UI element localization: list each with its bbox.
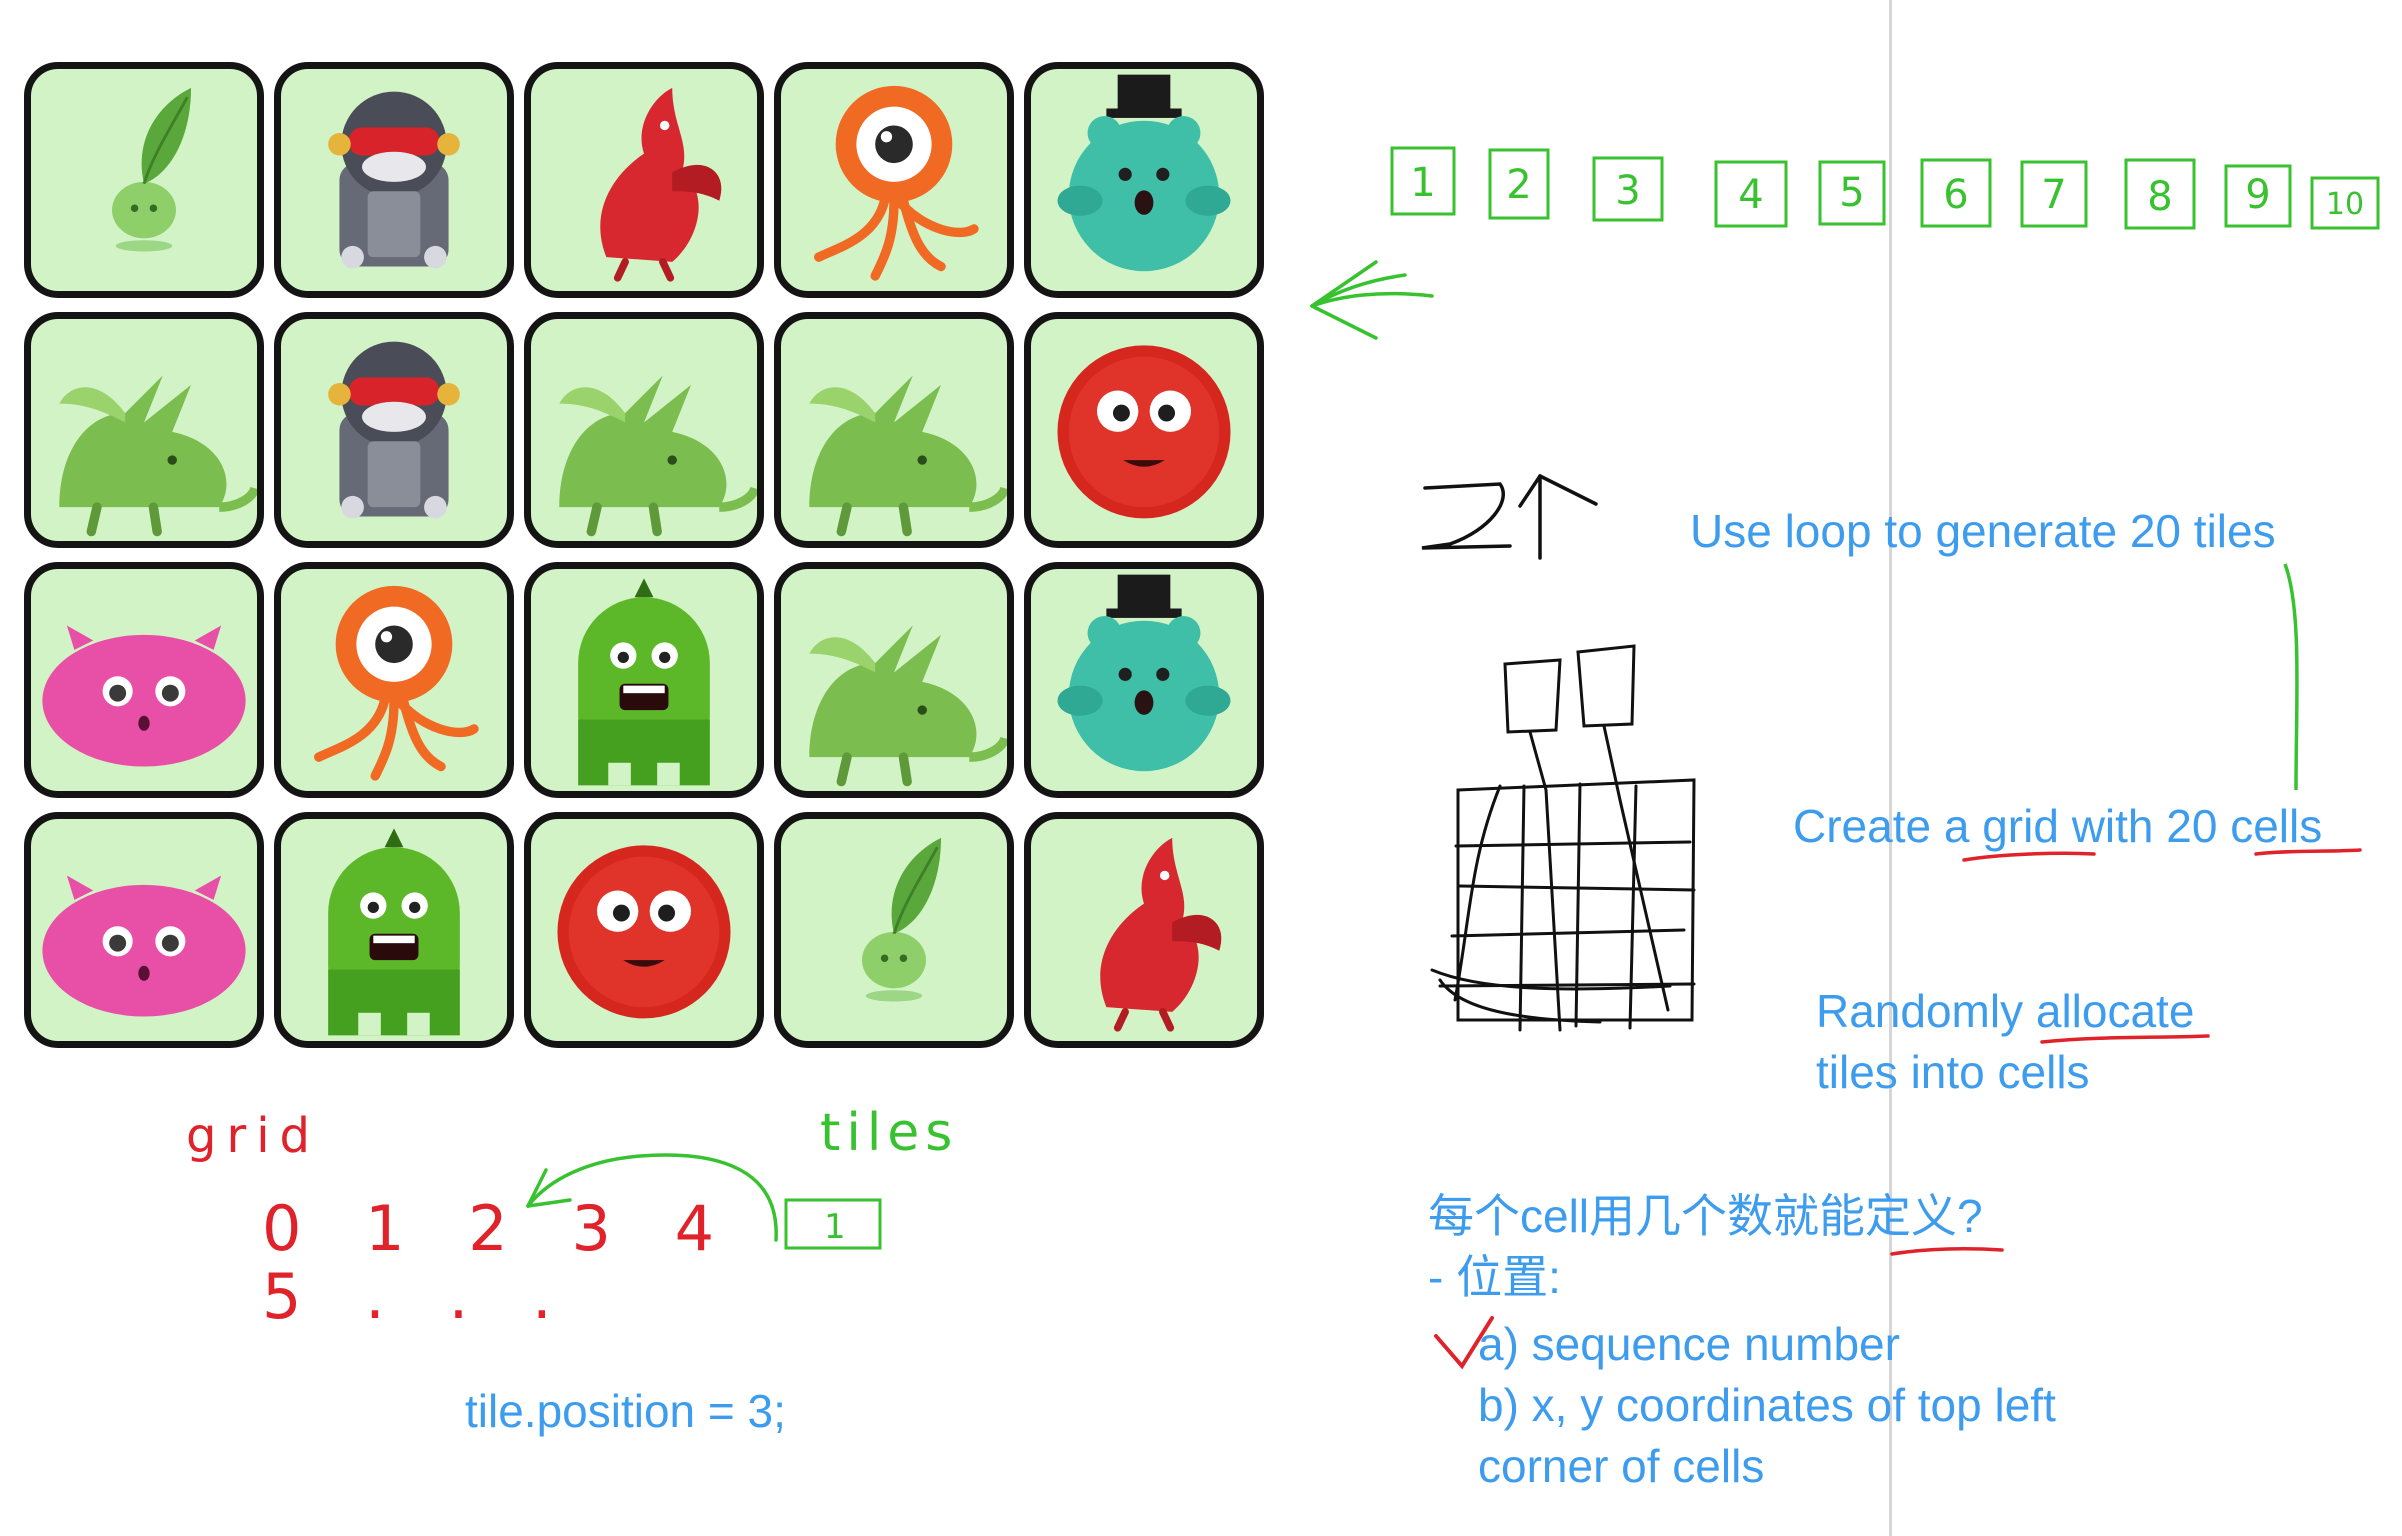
number-label-8: 8 (2147, 174, 2172, 220)
handwritten-annotations: 1 2 3 4 5 6 7 8 9 10 grid 0 1 2 3 4 5 . … (186, 146, 2380, 1370)
sketch-cards-and-grid (1430, 644, 1696, 1032)
arrow-to-grid (1310, 260, 1434, 340)
number-label-7: 7 (2041, 172, 2066, 218)
number-label-6: 6 (1943, 172, 1968, 218)
underline-allocate (2040, 1034, 2210, 1044)
underline-define (1890, 1247, 2004, 1256)
number-label-9: 9 (2245, 172, 2270, 218)
underline-cells (2254, 848, 2362, 856)
number-label-3: 3 (1615, 168, 1640, 214)
underline-grid (1962, 851, 2096, 862)
sequence-row-1: 0 1 2 3 4 (262, 1192, 736, 1265)
number-label-1: 1 (1410, 160, 1435, 206)
underlines (1890, 848, 2362, 1256)
handwritten-grid-label: grid (186, 1108, 320, 1164)
number-label-10: 10 (2326, 187, 2364, 222)
number-box-row (1390, 146, 2380, 230)
check-mark (1434, 1316, 1494, 1370)
whiteboard-canvas: Use loop to generate 20 tiles Create a g… (0, 0, 2402, 1536)
number-label-5: 5 (1839, 170, 1864, 216)
handwritten-tiles-label: tiles (820, 1103, 958, 1163)
sequence-row-2: 5 . . . (262, 1260, 574, 1333)
sample-tile-label: 1 (824, 1207, 846, 1247)
number-label-4: 4 (1738, 172, 1763, 218)
number-label-2: 2 (1506, 162, 1531, 208)
connector-loop-to-grid (2283, 563, 2299, 791)
sketch-twenty (1421, 474, 1598, 560)
